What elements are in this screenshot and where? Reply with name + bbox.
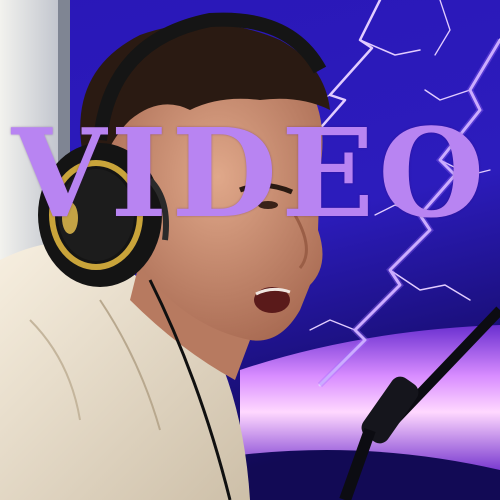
photo-illustration: [0, 0, 500, 500]
video-title-overlay: VIDEO: [11, 101, 489, 245]
video-thumbnail[interactable]: VIDEO: [0, 0, 500, 500]
